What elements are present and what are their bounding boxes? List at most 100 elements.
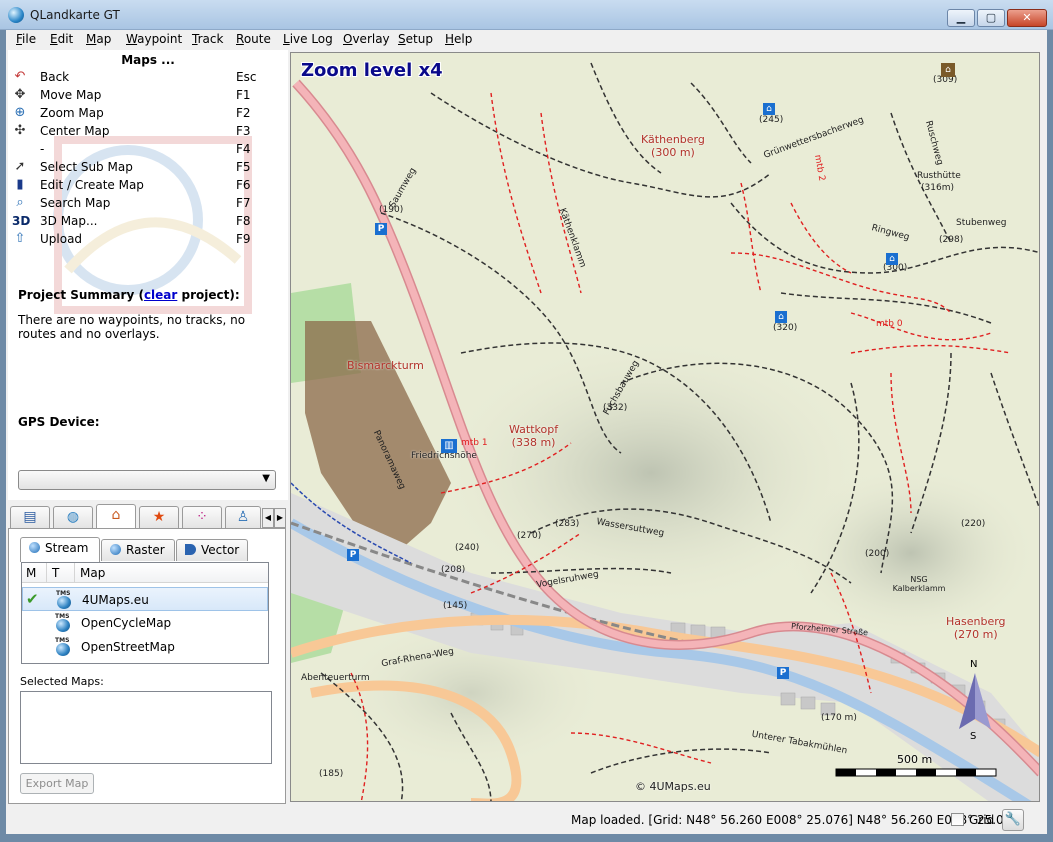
menu-live-log[interactable]: Live Log bbox=[283, 32, 333, 46]
back-arrow-icon: ↶ bbox=[14, 69, 26, 84]
tab-scroll-left[interactable]: ◀ bbox=[262, 508, 274, 528]
menu-label: Select Sub Map bbox=[40, 160, 133, 174]
list-item[interactable]: TMS OpenStreetMap bbox=[22, 635, 268, 659]
menu-label: Search Map bbox=[40, 196, 111, 210]
gps-device-title: GPS Device: bbox=[18, 415, 100, 429]
title-bar: QLandkarte GT ▁ ▢ ✕ bbox=[0, 0, 1053, 30]
list-item[interactable]: ✔ TMS 4UMaps.eu bbox=[22, 587, 268, 611]
col-header-m[interactable]: M bbox=[26, 566, 36, 580]
main-client: Maps ... ↶ Back Esc ✥ Move Map F1 ⊕ Zoom… bbox=[6, 50, 1047, 834]
tab-lists[interactable]: ▤ bbox=[10, 506, 50, 528]
menu-search-map[interactable]: ⌕ Search Map F7 bbox=[8, 194, 278, 212]
menu-3d-map[interactable]: 3D 3D Map... F8 bbox=[8, 212, 278, 230]
clear-project-link[interactable]: clear bbox=[144, 288, 177, 302]
stream-map-list: M T Map ✔ TMS 4UMaps.eu TMS OpenCycleMap… bbox=[21, 562, 269, 664]
tms-globe-icon: TMS bbox=[55, 590, 73, 609]
menu-track[interactable]: Track bbox=[192, 32, 223, 46]
selected-maps-list[interactable] bbox=[20, 691, 272, 764]
map-name: OpenStreetMap bbox=[81, 640, 175, 654]
menu-shortcut: F2 bbox=[236, 106, 251, 120]
wrench-icon: 🔧 bbox=[1004, 812, 1022, 827]
3d-icon: 3D bbox=[12, 214, 31, 228]
map-canvas[interactable]: Zoom level x4 Käthenberg (300 m) Wattkopf… bbox=[290, 52, 1040, 802]
tms-globe-icon: TMS bbox=[54, 613, 72, 632]
menu-bar: File Edit Map Waypoint Track Route Live … bbox=[6, 30, 1047, 50]
place-label-rusthuette: Rusthütte bbox=[917, 171, 961, 181]
tab-maps[interactable]: ⌂ bbox=[96, 504, 136, 529]
map-name: 4UMaps.eu bbox=[82, 593, 149, 607]
menu-shortcut: F6 bbox=[236, 178, 251, 192]
tab-routes[interactable]: ⁘ bbox=[182, 506, 222, 528]
parking-icon[interactable]: P bbox=[375, 223, 387, 235]
menu-map[interactable]: Map bbox=[86, 32, 111, 46]
menu-route[interactable]: Route bbox=[236, 32, 271, 46]
menu-upload[interactable]: ⇧ Upload F9 bbox=[8, 230, 278, 248]
menu-select-sub-map[interactable]: ➚ Select Sub Map F5 bbox=[8, 158, 278, 176]
tab-waypoints[interactable]: ★ bbox=[139, 506, 179, 528]
elevation-label: (332) bbox=[603, 403, 628, 413]
route-dots-icon: ⁘ bbox=[196, 509, 208, 525]
star-icon: ★ bbox=[152, 509, 166, 525]
menu-label: Back bbox=[40, 70, 70, 84]
building-icon[interactable]: ▥ bbox=[441, 439, 457, 453]
col-header-map[interactable]: Map bbox=[80, 566, 105, 580]
menu-zoom-map[interactable]: ⊕ Zoom Map F2 bbox=[8, 104, 278, 122]
tab-raster[interactable]: Raster bbox=[101, 539, 175, 561]
chevron-left-icon: ◀ bbox=[264, 513, 272, 522]
person-icon: ♙ bbox=[236, 509, 250, 525]
elevation-label: (316m) bbox=[921, 183, 954, 193]
grid-checkbox[interactable] bbox=[951, 813, 964, 826]
menu-file[interactable]: File bbox=[16, 32, 36, 46]
menu-waypoint[interactable]: Waypoint bbox=[126, 32, 182, 46]
mtb-label: mtb 1 bbox=[461, 438, 488, 448]
elevation-label: (170 m) bbox=[821, 713, 857, 723]
peak-label-bismarckturm: Bismarckturm bbox=[347, 359, 424, 372]
minimize-button[interactable]: ▁ bbox=[947, 9, 975, 27]
list-icon: ▤ bbox=[23, 509, 37, 525]
cursor-icon: ➚ bbox=[14, 159, 26, 174]
scale-label: 500 m bbox=[897, 753, 933, 766]
peak-label-wattkopf: Wattkopf (338 m) bbox=[509, 423, 559, 449]
menu-center-map[interactable]: ✣ Center Map F3 bbox=[8, 122, 278, 140]
maximize-button[interactable]: ▢ bbox=[977, 9, 1005, 27]
home-icon: ⌂ bbox=[111, 507, 121, 523]
gps-device-select[interactable]: ▼ bbox=[18, 470, 276, 490]
tab-stream[interactable]: Stream bbox=[20, 537, 100, 562]
topographic-map bbox=[291, 53, 1039, 801]
menu-shortcut: F5 bbox=[236, 160, 251, 174]
shelter-icon[interactable]: ⌂ bbox=[886, 253, 898, 265]
list-header: M T Map bbox=[22, 563, 268, 583]
tab-vector[interactable]: Vector bbox=[176, 539, 248, 561]
menu-overlay[interactable]: Overlay bbox=[343, 32, 390, 46]
tab-live[interactable]: ♙ bbox=[225, 506, 261, 528]
menu-setup[interactable]: Setup bbox=[398, 32, 433, 46]
tab-globe[interactable]: ◍ bbox=[53, 506, 93, 528]
elevation-label: (240) bbox=[455, 543, 480, 553]
shelter-icon[interactable]: ⌂ bbox=[775, 311, 787, 323]
list-item[interactable]: TMS OpenCycleMap bbox=[22, 611, 268, 635]
hut-icon[interactable]: ⌂ bbox=[941, 63, 955, 77]
map-sources-panel: Stream Raster Vector M T Map ✔ TMS 4UMap… bbox=[8, 528, 286, 804]
menu-help[interactable]: Help bbox=[445, 32, 472, 46]
close-button[interactable]: ✕ bbox=[1007, 9, 1047, 27]
elevation-label: (185) bbox=[319, 769, 344, 779]
export-map-button[interactable]: Export Map bbox=[20, 773, 94, 794]
road-label-stubenweg: Stubenweg bbox=[956, 218, 1007, 228]
menu-back[interactable]: ↶ Back Esc bbox=[8, 68, 278, 86]
menu-label: - bbox=[40, 142, 45, 156]
col-header-t[interactable]: T bbox=[52, 566, 59, 580]
elevation-label: (200) bbox=[865, 549, 890, 559]
menu-move-map[interactable]: ✥ Move Map F1 bbox=[8, 86, 278, 104]
app-globe-icon bbox=[8, 7, 24, 23]
zoom-icon: ⊕ bbox=[14, 105, 26, 120]
parking-icon[interactable]: P bbox=[347, 549, 359, 561]
tab-scroll-right[interactable]: ▶ bbox=[274, 508, 286, 528]
peak-label-kaethenberg: Käthenberg (300 m) bbox=[641, 133, 705, 159]
elevation-label: (220) bbox=[961, 519, 986, 529]
menu-edit[interactable]: Edit bbox=[50, 32, 73, 46]
maps-menu-title: Maps ... bbox=[121, 53, 175, 67]
shelter-icon[interactable]: ⌂ bbox=[763, 103, 775, 115]
wrench-button[interactable]: 🔧 bbox=[1002, 809, 1024, 831]
parking-icon[interactable]: P bbox=[777, 667, 789, 679]
menu-edit-create-map[interactable]: ▮ Edit / Create Map F6 bbox=[8, 176, 278, 194]
